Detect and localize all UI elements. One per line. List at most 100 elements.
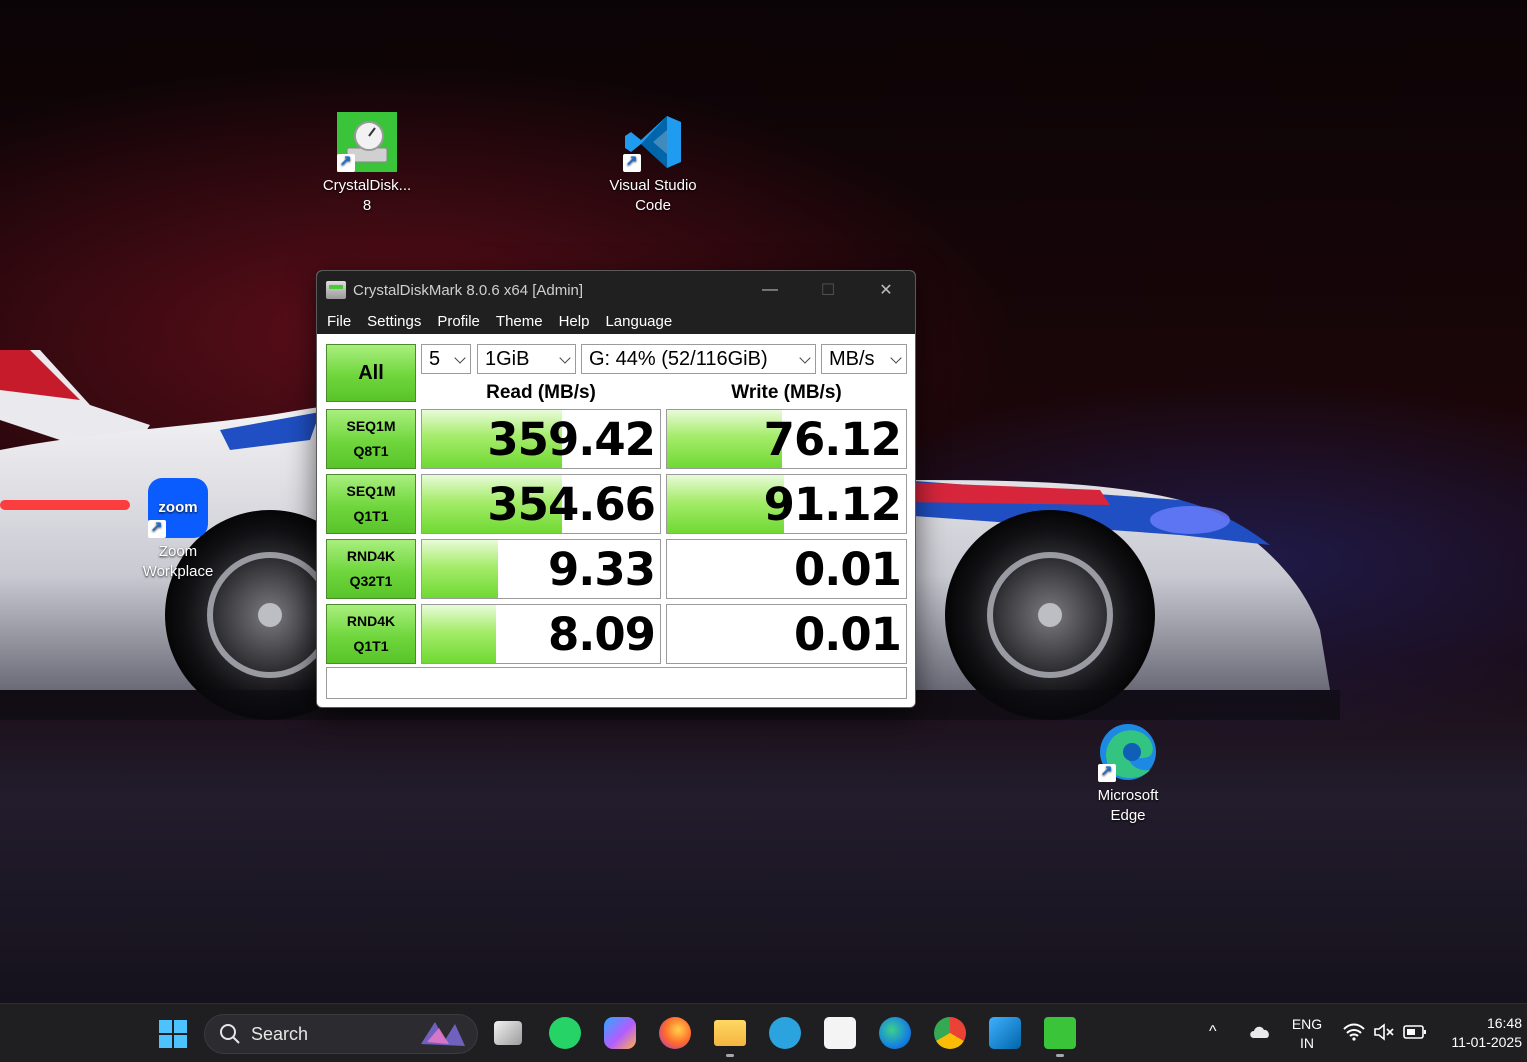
test-row-label-line2: Q1T1 <box>353 508 389 524</box>
test-row-label-line2: Q1T1 <box>353 638 389 654</box>
test-row-label-line1: SEQ1M <box>346 483 396 499</box>
test-count-select[interactable]: 5 <box>421 344 471 374</box>
search-icon <box>220 1024 240 1044</box>
write-speed-value: 0.01 <box>793 543 902 596</box>
test-row-label-line1: RND4K <box>346 613 396 629</box>
task-view-icon[interactable] <box>494 1021 522 1045</box>
desktop-icon-label: Visual Studio Code <box>609 177 697 214</box>
menu-bar: File Settings Profile Theme Help Languag… <box>317 309 915 334</box>
write-result-cell: 76.12 <box>666 409 907 469</box>
read-speed-value: 354.66 <box>487 478 656 531</box>
drive-select[interactable]: G: 44% (52/116GiB) <box>581 344 816 374</box>
input-language-indicator[interactable]: ENG IN <box>1287 1015 1327 1053</box>
desktop-icon-label: Microsoft Edge <box>1097 787 1159 824</box>
test-row-label-line2: Q8T1 <box>353 443 389 459</box>
clock-time: 16:48 <box>1486 1015 1522 1031</box>
battery-icon[interactable] <box>1403 1025 1427 1039</box>
test-row-label-line2: Q32T1 <box>349 573 393 589</box>
running-indicator <box>1056 1054 1064 1057</box>
test-row-button[interactable]: SEQ1M Q1T1 <box>326 474 416 534</box>
drive-value: G: 44% (52/116GiB) <box>589 347 768 370</box>
write-result-cell: 0.01 <box>666 539 907 599</box>
volume-muted-icon[interactable] <box>1373 1023 1395 1041</box>
onedrive-icon[interactable] <box>1248 1024 1272 1040</box>
crystaldiskmark-app-icon <box>326 281 346 299</box>
read-result-cell: 9.33 <box>421 539 661 599</box>
crystaldiskmark-icon[interactable] <box>1044 1017 1076 1049</box>
test-row-label-line1: SEQ1M <box>346 418 396 434</box>
test-size-select[interactable]: 1GiB <box>477 344 576 374</box>
maximize-button[interactable]: ☐ <box>799 271 857 309</box>
menu-file[interactable]: File <box>319 313 359 330</box>
desktop-icon-crystaldiskmark[interactable]: CrystalDisk... 8 <box>317 112 417 216</box>
menu-help[interactable]: Help <box>551 313 598 330</box>
file-explorer-icon[interactable] <box>714 1020 746 1046</box>
desktop-icon-zoom[interactable]: zoom Zoom Workplace <box>128 478 228 582</box>
read-result-cell: 359.42 <box>421 409 661 469</box>
windows-logo-icon <box>159 1020 187 1048</box>
close-button[interactable]: ✕ <box>857 271 915 309</box>
comment-field[interactable] <box>326 667 907 699</box>
desktop-icon-edge[interactable]: Microsoft Edge <box>1078 722 1178 826</box>
unit-value: MB/s <box>829 347 875 370</box>
shortcut-arrow-icon <box>1098 762 1116 782</box>
wifi-icon[interactable] <box>1343 1023 1365 1041</box>
write-column-header: Write (MB/s) <box>731 382 842 403</box>
search-highlight-icon <box>421 1022 465 1046</box>
read-result-cell: 354.66 <box>421 474 661 534</box>
taskbar-search-box[interactable]: Search <box>204 1014 478 1054</box>
clock[interactable]: 16:48 11-01-2025 <box>1440 1014 1522 1052</box>
test-size-value: 1GiB <box>485 347 530 370</box>
crystaldiskmark-window: CrystalDiskMark 8.0.6 x64 [Admin] — ☐ ✕ … <box>316 270 916 708</box>
clock-date: 11-01-2025 <box>1451 1034 1522 1050</box>
shortcut-arrow-icon <box>623 152 641 172</box>
running-indicator <box>726 1054 734 1057</box>
test-count-value: 5 <box>429 347 441 370</box>
copilot-icon[interactable] <box>604 1017 636 1049</box>
unit-select[interactable]: MB/s <box>821 344 907 374</box>
minimize-button[interactable]: — <box>741 271 799 309</box>
chevron-down-icon <box>799 352 811 364</box>
desktop-icon-vscode[interactable]: Visual Studio Code <box>603 112 703 216</box>
shortcut-arrow-icon <box>148 518 166 538</box>
menu-profile[interactable]: Profile <box>429 313 488 330</box>
read-speed-value: 9.33 <box>547 543 656 596</box>
all-button[interactable]: All <box>326 344 416 402</box>
chevron-down-icon <box>559 352 571 364</box>
start-button[interactable] <box>158 1019 188 1049</box>
test-row-button[interactable]: SEQ1M Q8T1 <box>326 409 416 469</box>
desktop-icon-label: Zoom Workplace <box>142 543 214 580</box>
microsoft-store-icon[interactable] <box>824 1017 856 1049</box>
test-row-label-line1: RND4K <box>346 548 396 564</box>
vscode-icon[interactable] <box>989 1017 1021 1049</box>
test-row-button[interactable]: RND4K Q1T1 <box>326 604 416 664</box>
window-titlebar[interactable]: CrystalDiskMark 8.0.6 x64 [Admin] — ☐ ✕ <box>317 271 915 309</box>
whatsapp-icon[interactable] <box>549 1017 581 1049</box>
window-title: CrystalDiskMark 8.0.6 x64 [Admin] <box>353 281 584 299</box>
menu-settings[interactable]: Settings <box>359 313 429 330</box>
write-speed-value: 76.12 <box>763 413 902 466</box>
read-speed-bar <box>422 605 496 663</box>
read-result-cell: 8.09 <box>421 604 661 664</box>
zoom-icon: zoom <box>148 478 208 538</box>
language-region: IN <box>1300 1035 1314 1051</box>
menu-theme[interactable]: Theme <box>488 313 551 330</box>
benchmark-panel: All 5 1GiB G: 44% (52/116GiB) MB/s Read … <box>317 334 915 707</box>
write-result-cell: 91.12 <box>666 474 907 534</box>
show-hidden-icons-button[interactable]: ^ <box>1209 1022 1217 1041</box>
telegram-icon[interactable] <box>769 1017 801 1049</box>
write-speed-value: 0.01 <box>793 608 902 661</box>
chrome-icon[interactable] <box>934 1017 966 1049</box>
write-speed-value: 91.12 <box>763 478 902 531</box>
test-row-button[interactable]: RND4K Q32T1 <box>326 539 416 599</box>
edge-icon[interactable] <box>879 1017 911 1049</box>
taskbar: Search ^ ENG IN 16:48 11-01-2025 <box>0 1003 1527 1062</box>
read-speed-bar <box>422 540 499 598</box>
crystaldiskmark-icon <box>337 112 397 172</box>
firefox-icon[interactable] <box>659 1017 691 1049</box>
chevron-down-icon <box>890 352 902 364</box>
search-placeholder: Search <box>251 1023 309 1044</box>
read-column-header: Read (MB/s) <box>486 382 596 403</box>
menu-language[interactable]: Language <box>597 313 680 330</box>
edge-icon <box>1098 722 1158 782</box>
